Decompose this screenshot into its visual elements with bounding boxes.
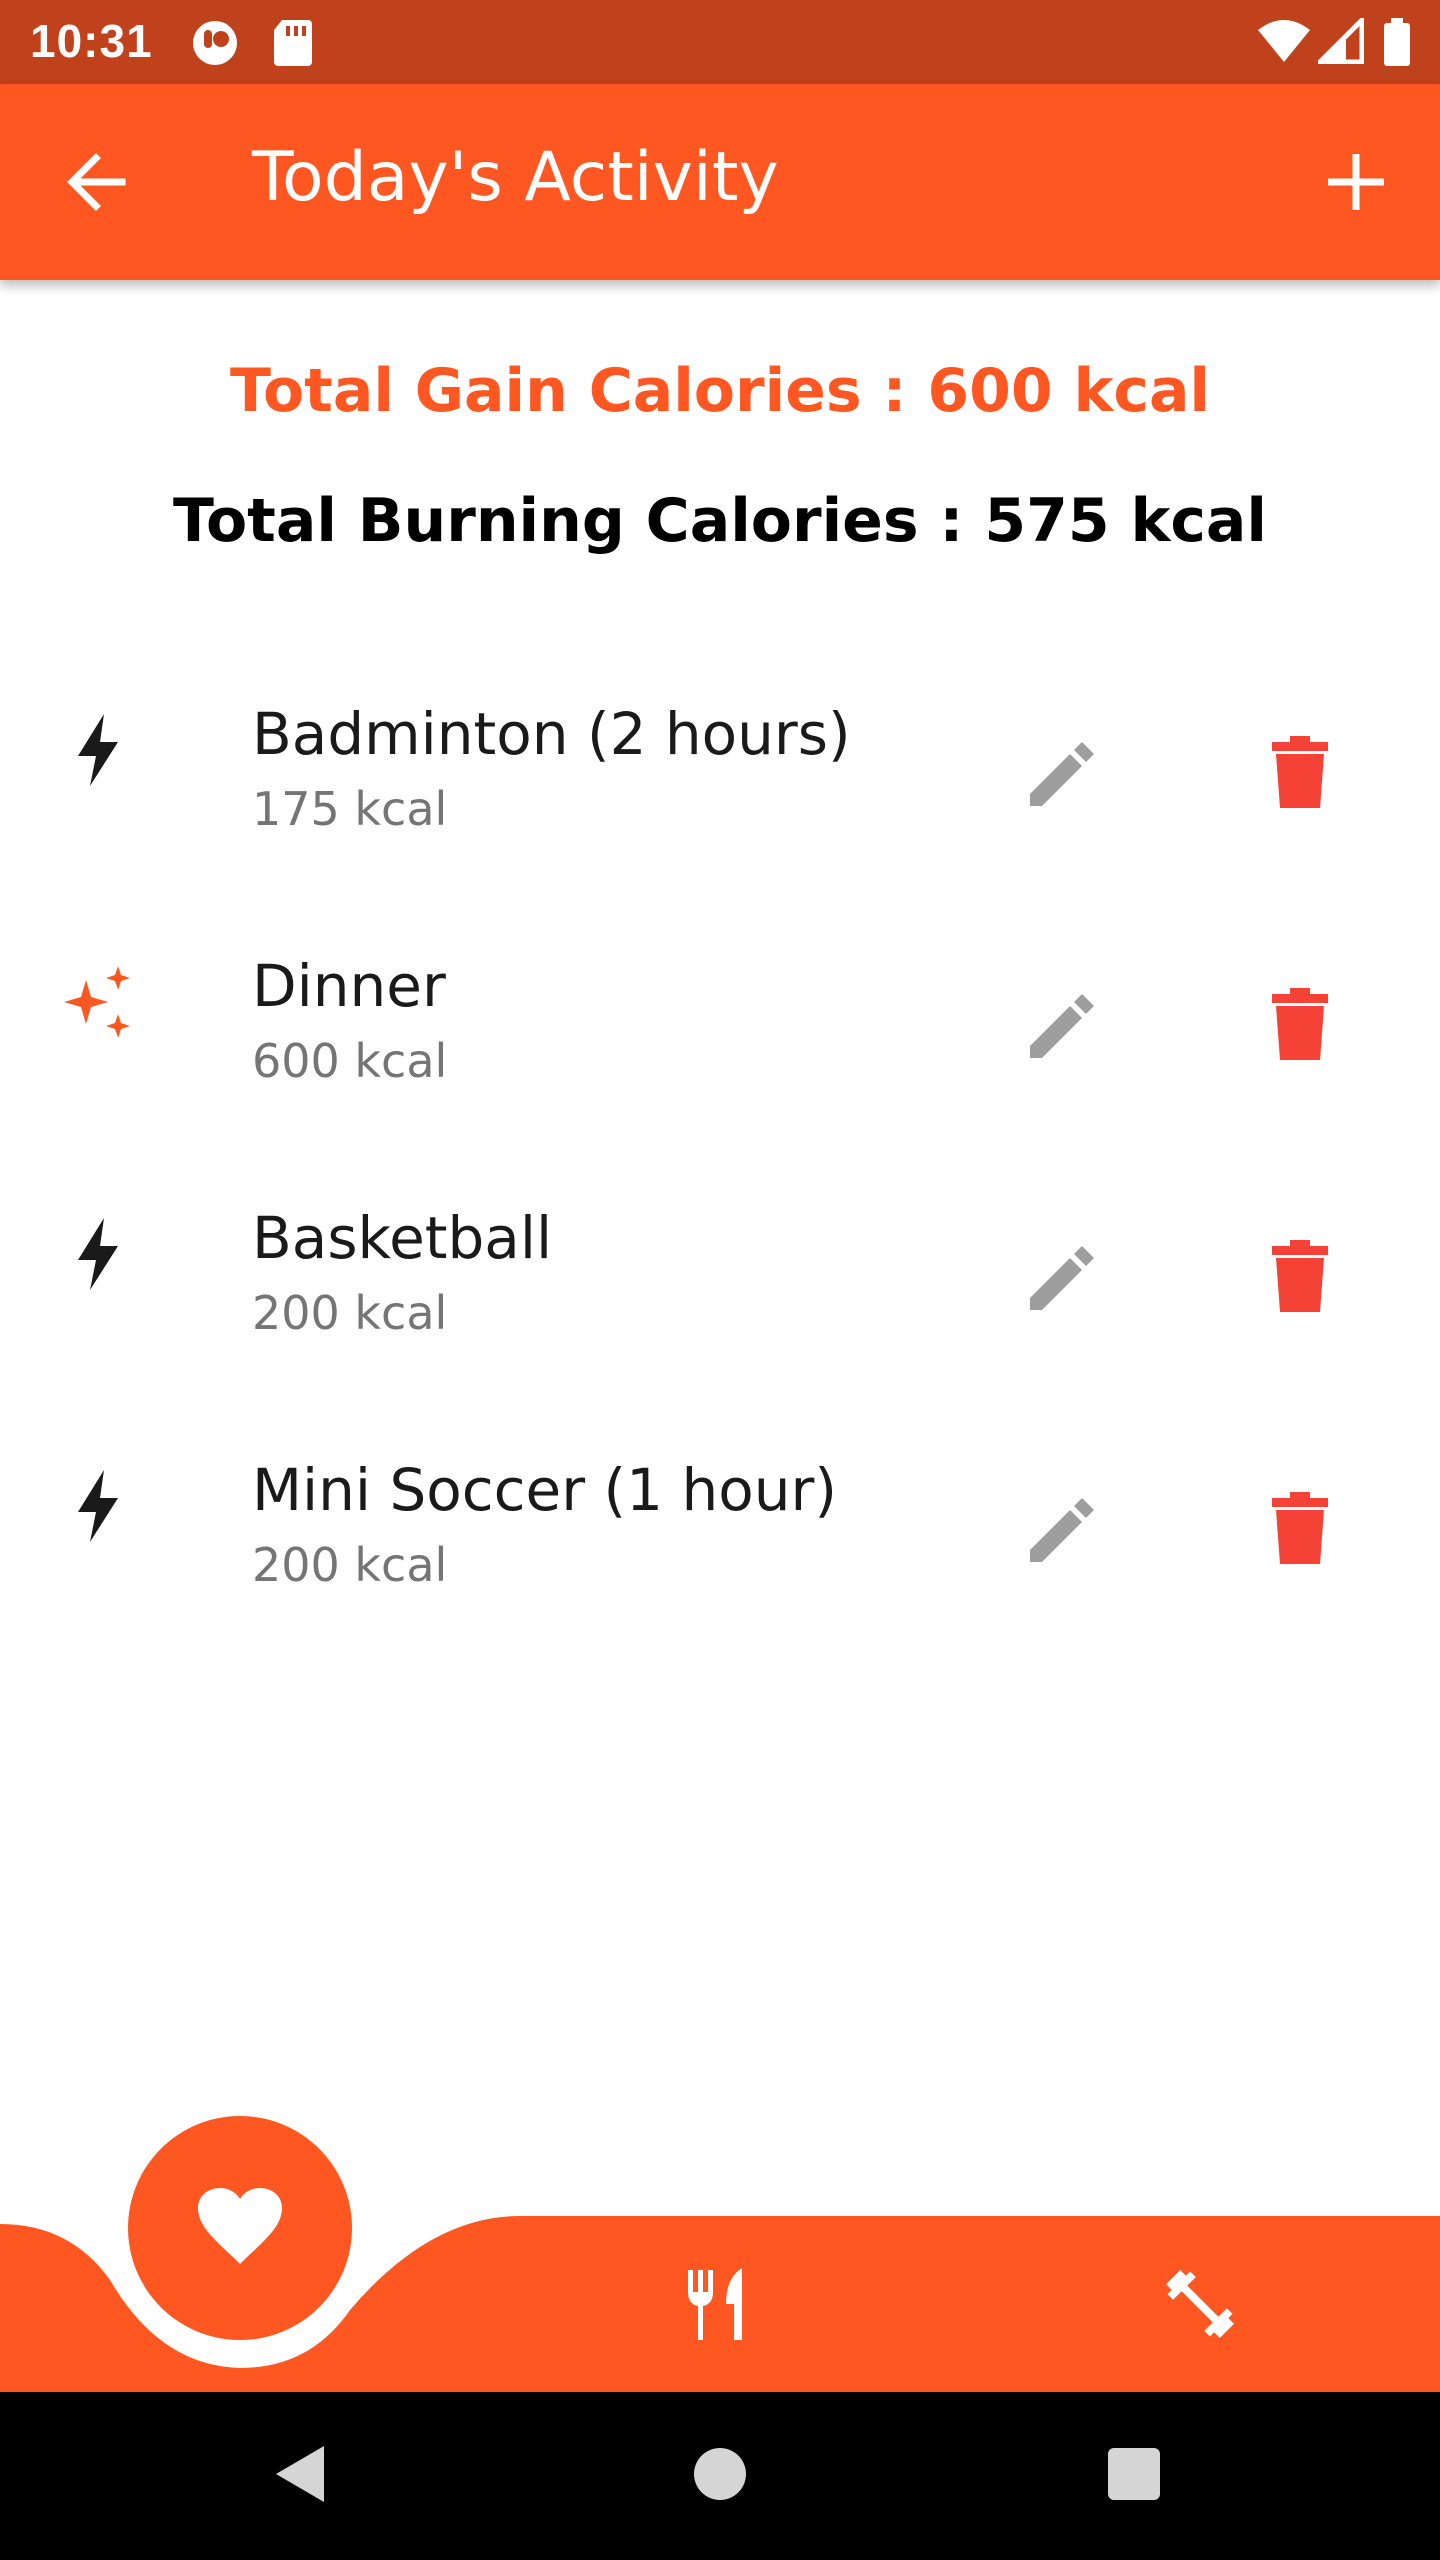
total-burning-calories: Total Burning Calories : 575 kcal: [173, 486, 1267, 556]
trash-icon[interactable]: [1258, 982, 1342, 1066]
system-recents-icon[interactable]: [1108, 2448, 1160, 2500]
battery-icon: [1384, 18, 1410, 66]
activity-kcal: 600 kcal: [252, 1034, 448, 1088]
edit-pencil-icon[interactable]: [1020, 730, 1104, 814]
list-item[interactable]: Dinner 600 kcal: [0, 932, 1440, 1184]
app-bar: Today's Activity: [0, 84, 1440, 280]
system-back-icon[interactable]: [270, 2442, 330, 2506]
activity-title: Badminton (2 hours): [252, 700, 851, 768]
bolt-icon: [78, 1218, 118, 1290]
nav-tab-food[interactable]: [680, 2264, 760, 2344]
dumbbell-icon: [1166, 2270, 1234, 2338]
heart-icon: [198, 2188, 282, 2264]
list-item[interactable]: Basketball 200 kcal: [0, 1184, 1440, 1436]
total-gain-calories: Total Gain Calories : 600 kcal: [229, 356, 1210, 426]
activity-title: Mini Soccer (1 hour): [252, 1456, 837, 1524]
activity-kcal: 175 kcal: [252, 782, 448, 836]
activity-kcal: 200 kcal: [252, 1538, 448, 1592]
signal-icon: [1318, 18, 1364, 64]
activity-title: Dinner: [252, 952, 446, 1020]
sparkle-icon: [64, 966, 130, 1038]
edit-pencil-icon[interactable]: [1020, 1486, 1104, 1570]
activity-list: Badminton (2 hours) 175 kcal Dinner 600 …: [0, 680, 1440, 1688]
app-notification-icon: [193, 21, 237, 65]
trash-icon[interactable]: [1258, 730, 1342, 814]
status-time: 10:31: [30, 15, 153, 67]
sd-card-icon: [274, 20, 312, 66]
page-title: Today's Activity: [252, 138, 779, 217]
list-item[interactable]: Mini Soccer (1 hour) 200 kcal: [0, 1436, 1440, 1688]
add-icon[interactable]: [1316, 142, 1396, 222]
wifi-icon: [1258, 20, 1310, 62]
nav-tab-fitness[interactable]: [1160, 2264, 1240, 2344]
activity-kcal: 200 kcal: [252, 1286, 448, 1340]
edit-pencil-icon[interactable]: [1020, 1234, 1104, 1318]
trash-icon[interactable]: [1258, 1234, 1342, 1318]
status-bar: 10:31: [0, 0, 1440, 84]
bolt-icon: [78, 714, 118, 786]
edit-pencil-icon[interactable]: [1020, 982, 1104, 1066]
back-arrow-icon[interactable]: [60, 142, 140, 222]
system-navigation-bar: [0, 2392, 1440, 2560]
bolt-icon: [78, 1470, 118, 1542]
nav-tab-health[interactable]: [128, 2116, 352, 2340]
list-item[interactable]: Badminton (2 hours) 175 kcal: [0, 680, 1440, 932]
trash-icon[interactable]: [1258, 1486, 1342, 1570]
activity-title: Basketball: [252, 1204, 553, 1272]
restaurant-icon: [688, 2268, 742, 2340]
system-home-icon[interactable]: [694, 2448, 746, 2500]
